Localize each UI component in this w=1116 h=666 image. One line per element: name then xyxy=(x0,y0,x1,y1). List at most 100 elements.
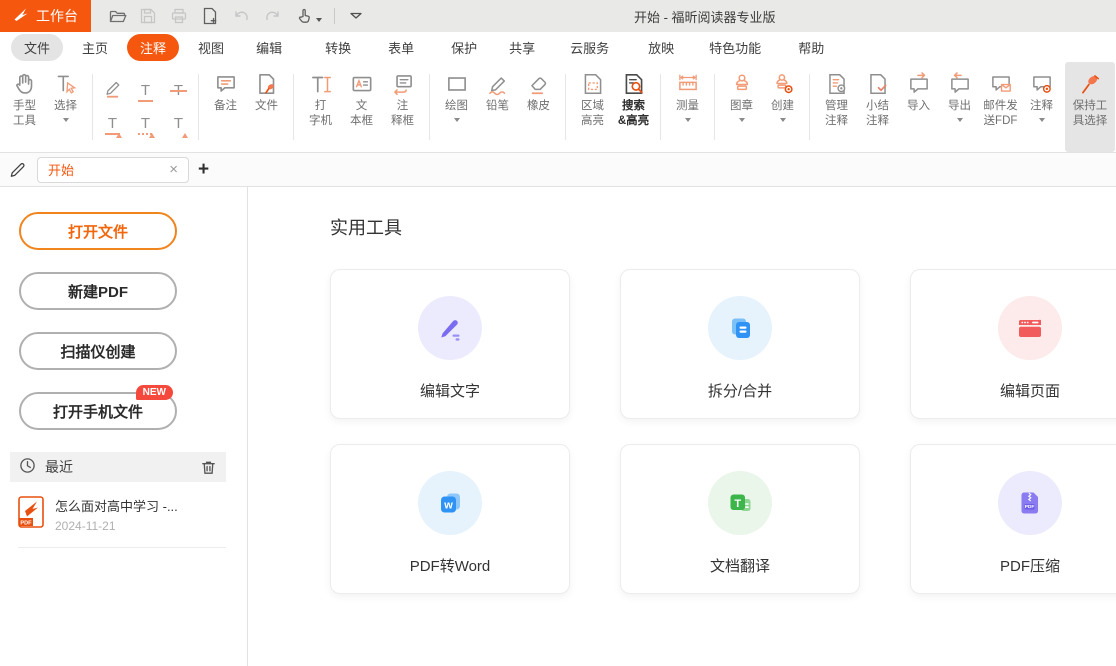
open-file-button[interactable]: 打开文件 xyxy=(19,212,177,250)
recent-file-item[interactable]: PDF 怎么面对高中学习 -... 2024-11-21 xyxy=(18,496,226,548)
drawing-button[interactable]: 绘图 xyxy=(436,62,477,152)
touch-mode-icon[interactable] xyxy=(293,6,323,26)
underline-text-button[interactable]: T xyxy=(129,74,162,107)
open-mobile-file-button[interactable]: 打开手机文件 NEW xyxy=(19,392,177,430)
menu-tab-form[interactable]: 表单 xyxy=(375,34,427,61)
export-comments-icon xyxy=(947,69,973,99)
tool-card-label: 编辑文字 xyxy=(420,380,480,401)
search-highlight-button[interactable]: 搜索 &高亮 xyxy=(613,62,654,152)
pencil-button[interactable]: 铅笔 xyxy=(477,62,518,152)
squiggly-underline-button[interactable]: T xyxy=(96,107,129,140)
menu-tab-cloud[interactable]: 云服务 xyxy=(557,34,622,61)
tool-card-pdf-to-word[interactable]: w PDF转Word xyxy=(330,444,570,594)
customize-toolbar-icon[interactable] xyxy=(346,6,366,26)
menu-tab-protect[interactable]: 保护 xyxy=(438,34,490,61)
menu-tab-present[interactable]: 放映 xyxy=(635,34,687,61)
menu-tab-features[interactable]: 特色功能 xyxy=(696,34,774,61)
textbox-button[interactable]: 文 本框 xyxy=(341,62,382,152)
email-fdf-button[interactable]: 邮件发 送FDF xyxy=(980,62,1021,152)
tab-start-page[interactable]: 开始 × xyxy=(37,157,189,183)
dropdown-caret-icon xyxy=(739,118,745,122)
workbench-button[interactable]: 工作台 xyxy=(0,0,91,32)
strikeout-text-button[interactable]: T xyxy=(162,74,195,107)
ribbon-group-typing: 打 字机 文 本框 注 释框 xyxy=(297,62,426,152)
clock-icon xyxy=(19,457,36,477)
comment-style-button[interactable]: 注释 xyxy=(1021,62,1062,152)
open-folder-icon[interactable] xyxy=(107,6,127,26)
document-tab-bar: 开始 × + xyxy=(0,153,1116,187)
annotation-pencil-icon[interactable] xyxy=(8,160,28,180)
dropdown-caret-icon xyxy=(780,118,786,122)
stamp-icon xyxy=(729,69,755,99)
redo-icon[interactable] xyxy=(262,6,282,26)
edit-text-icon xyxy=(418,296,482,360)
tool-card-edit-pages[interactable]: 编辑页面 xyxy=(910,269,1116,419)
pushpin-icon xyxy=(1077,69,1103,99)
insert-text-button[interactable]: T xyxy=(162,107,195,140)
file-attachment-button[interactable]: 文件 xyxy=(246,62,287,152)
keep-tool-selected-button[interactable]: 保持工 具选择 xyxy=(1065,62,1115,152)
eraser-icon xyxy=(526,69,552,99)
menu-tab-file[interactable]: 文件 xyxy=(11,34,63,61)
comment-style-icon xyxy=(1029,69,1055,99)
new-badge: NEW xyxy=(136,385,173,400)
pdf-compress-icon: PDF xyxy=(998,471,1062,535)
select-tool-button[interactable]: 选择 xyxy=(45,62,86,152)
typewriter-button[interactable]: 打 字机 xyxy=(300,62,341,152)
edit-pages-icon xyxy=(998,296,1062,360)
tool-card-pdf-compress[interactable]: PDF PDF压缩 xyxy=(910,444,1116,594)
import-comments-button[interactable]: 导入 xyxy=(898,62,939,152)
replace-text-button[interactable]: T xyxy=(129,107,162,140)
menu-tab-home[interactable]: 主页 xyxy=(69,34,121,61)
start-page-sidebar: 打开文件 新建PDF 扫描仪创建 打开手机文件 NEW 最近 PDF xyxy=(0,187,248,666)
svg-text:PDF: PDF xyxy=(20,520,32,526)
area-highlight-button[interactable]: 区域 高亮 xyxy=(572,62,613,152)
tool-card-doc-translate[interactable]: T 文档翻译 xyxy=(620,444,860,594)
new-tab-button[interactable]: + xyxy=(198,159,209,181)
hand-tool-icon xyxy=(12,69,38,99)
undo-icon[interactable] xyxy=(231,6,251,26)
section-title: 实用工具 xyxy=(330,214,1116,240)
menu-tab-help[interactable]: 帮助 xyxy=(785,34,837,61)
create-stamp-button[interactable]: 创建 xyxy=(762,62,803,152)
clear-recent-trash-icon[interactable] xyxy=(200,459,217,476)
pdf-file-icon: PDF xyxy=(18,496,44,533)
ribbon-divider xyxy=(429,74,430,140)
callout-button[interactable]: 注 释框 xyxy=(382,62,423,152)
tool-card-edit-text[interactable]: 编辑文字 xyxy=(330,269,570,419)
save-icon[interactable] xyxy=(138,6,158,26)
measure-button[interactable]: 测量 xyxy=(667,62,708,152)
ribbon-divider xyxy=(565,74,566,140)
create-stamp-icon xyxy=(770,69,796,99)
hand-tool-button[interactable]: 手型 工具 xyxy=(4,62,45,152)
create-pdf-icon[interactable] xyxy=(200,6,220,26)
strikeout-icon: T xyxy=(173,83,184,98)
recent-file-date: 2024-11-21 xyxy=(55,519,178,533)
new-pdf-button[interactable]: 新建PDF xyxy=(19,272,177,310)
scanner-create-button[interactable]: 扫描仪创建 xyxy=(19,332,177,370)
tool-card-label: PDF转Word xyxy=(410,555,491,576)
recent-file-name: 怎么面对高中学习 -... xyxy=(55,496,178,515)
menu-tab-share[interactable]: 共享 xyxy=(496,34,548,61)
highlight-text-button[interactable] xyxy=(96,74,129,107)
typewriter-icon xyxy=(308,69,334,99)
note-button[interactable]: 备注 xyxy=(205,62,246,152)
print-icon[interactable] xyxy=(169,6,189,26)
utility-tools-panel: 实用工具 编辑文字 拆分/合并 xyxy=(248,187,1116,666)
menu-tab-comment[interactable]: 注释 xyxy=(127,34,179,61)
svg-text:T: T xyxy=(734,498,741,510)
summarize-comments-button[interactable]: 小结 注释 xyxy=(857,62,898,152)
menu-tab-edit[interactable]: 编辑 xyxy=(243,34,295,61)
quick-access-toolbar xyxy=(107,6,366,26)
menu-tab-view[interactable]: 视图 xyxy=(185,34,237,61)
eraser-button[interactable]: 橡皮 xyxy=(518,62,559,152)
menu-tab-convert[interactable]: 转换 xyxy=(312,34,364,61)
export-comments-button[interactable]: 导出 xyxy=(939,62,980,152)
email-fdf-icon xyxy=(988,69,1014,99)
tool-card-split-merge[interactable]: 拆分/合并 xyxy=(620,269,860,419)
summarize-comments-icon xyxy=(865,69,891,99)
recent-section-header: 最近 xyxy=(10,452,226,482)
stamp-button[interactable]: 图章 xyxy=(721,62,762,152)
manage-comments-button[interactable]: 管理 注释 xyxy=(816,62,857,152)
tab-close-icon[interactable]: × xyxy=(169,162,178,177)
